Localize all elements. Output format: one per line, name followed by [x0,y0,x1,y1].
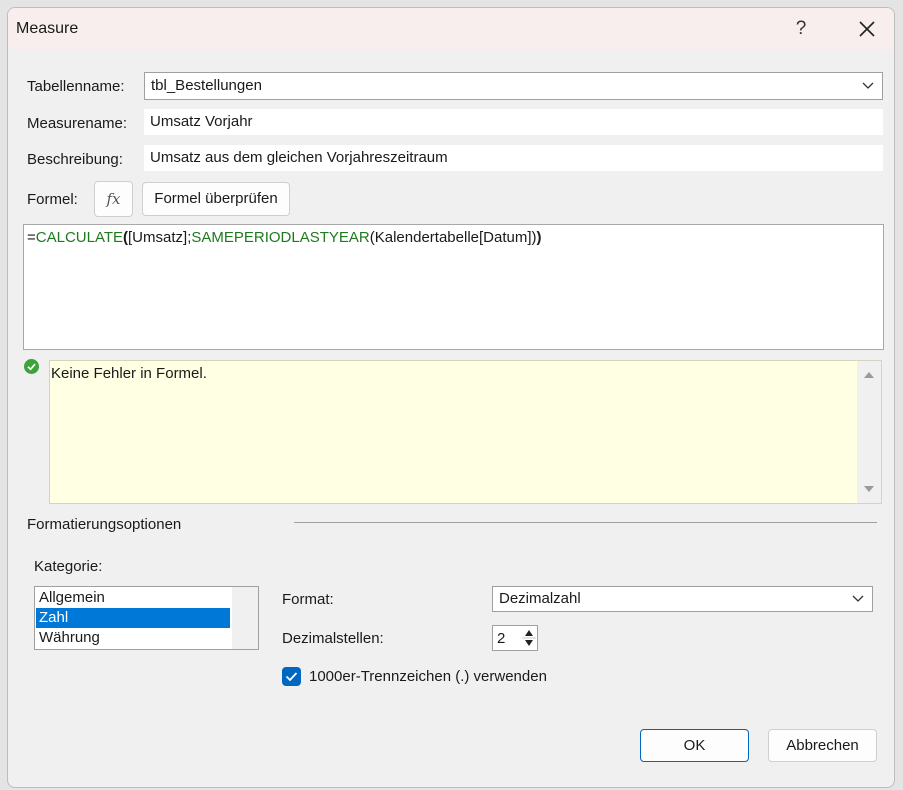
check-formula-button[interactable]: Formel überprüfen [142,182,290,216]
formula-function-sameperiodlastyear: SAMEPERIODLASTYEAR [191,229,370,246]
table-name-label: Tabellenname: [27,78,125,95]
formula-equals: = [27,229,36,246]
scroll-up-icon[interactable] [863,371,875,379]
format-value: Dezimalzahl [499,590,581,607]
chevron-down-icon [852,595,864,602]
title-bar: Measure ? [8,8,894,50]
thousands-separator-label: 1000er-Trennzeichen (.) verwenden [309,668,547,685]
formula-editor[interactable]: =CALCULATE([Umsatz];SAMEPERIODLASTYEAR(K… [23,224,884,350]
decimals-label: Dezimalstellen: [282,630,384,647]
stepper-arrows-icon[interactable] [522,627,536,649]
formula-argument-date: (Kalendertabelle[Datum]) [369,229,537,246]
formula-close-paren: ) [536,229,542,246]
status-message-area: Keine Fehler in Formel. [49,360,882,504]
table-name-value: tbl_Bestellungen [151,77,262,94]
category-item-waehrung[interactable]: Währung [36,628,230,648]
formula-label: Formel: [27,191,78,208]
measure-name-label: Measurename: [27,115,128,132]
scroll-down-icon[interactable] [863,485,875,493]
checkmark-icon [285,672,298,682]
chevron-down-icon [862,82,874,89]
formula-argument-measure: [Umsatz]; [128,229,192,246]
section-divider [294,522,877,523]
message-scrollbar[interactable] [857,361,881,503]
status-message: Keine Fehler in Formel. [51,365,207,382]
fx-icon: fx [106,190,121,208]
measure-name-input[interactable]: Umsatz Vorjahr [144,109,883,135]
description-label: Beschreibung: [27,151,123,168]
category-item-allgemein[interactable]: Allgemein [36,588,230,608]
ok-button[interactable]: OK [640,729,749,762]
category-label: Kategorie: [34,558,103,575]
decimals-stepper[interactable]: 2 [492,625,538,651]
decimals-value: 2 [497,630,506,647]
measure-dialog: Measure ? Tabellenname: tbl_Bestellungen… [7,7,895,788]
format-dropdown[interactable]: Dezimalzahl [492,586,873,612]
formula-function-calculate: CALCULATE [35,229,124,246]
function-button[interactable]: fx [94,181,133,217]
dialog-title: Measure [16,20,79,37]
check-circle-icon [24,359,39,374]
close-icon[interactable] [854,16,880,42]
help-button[interactable]: ? [791,18,811,40]
category-list[interactable]: Allgemein Zahl Währung [34,586,259,650]
table-name-dropdown[interactable]: tbl_Bestellungen [144,72,883,100]
thousands-separator-checkbox[interactable] [282,667,301,686]
description-input[interactable]: Umsatz aus dem gleichen Vorjahreszeitrau… [144,145,883,171]
cancel-button[interactable]: Abbrechen [768,729,877,762]
category-item-zahl[interactable]: Zahl [36,608,230,628]
list-scrollbar[interactable] [232,587,258,649]
format-label: Format: [282,591,334,608]
formatting-section-label: Formatierungsoptionen [27,516,182,533]
